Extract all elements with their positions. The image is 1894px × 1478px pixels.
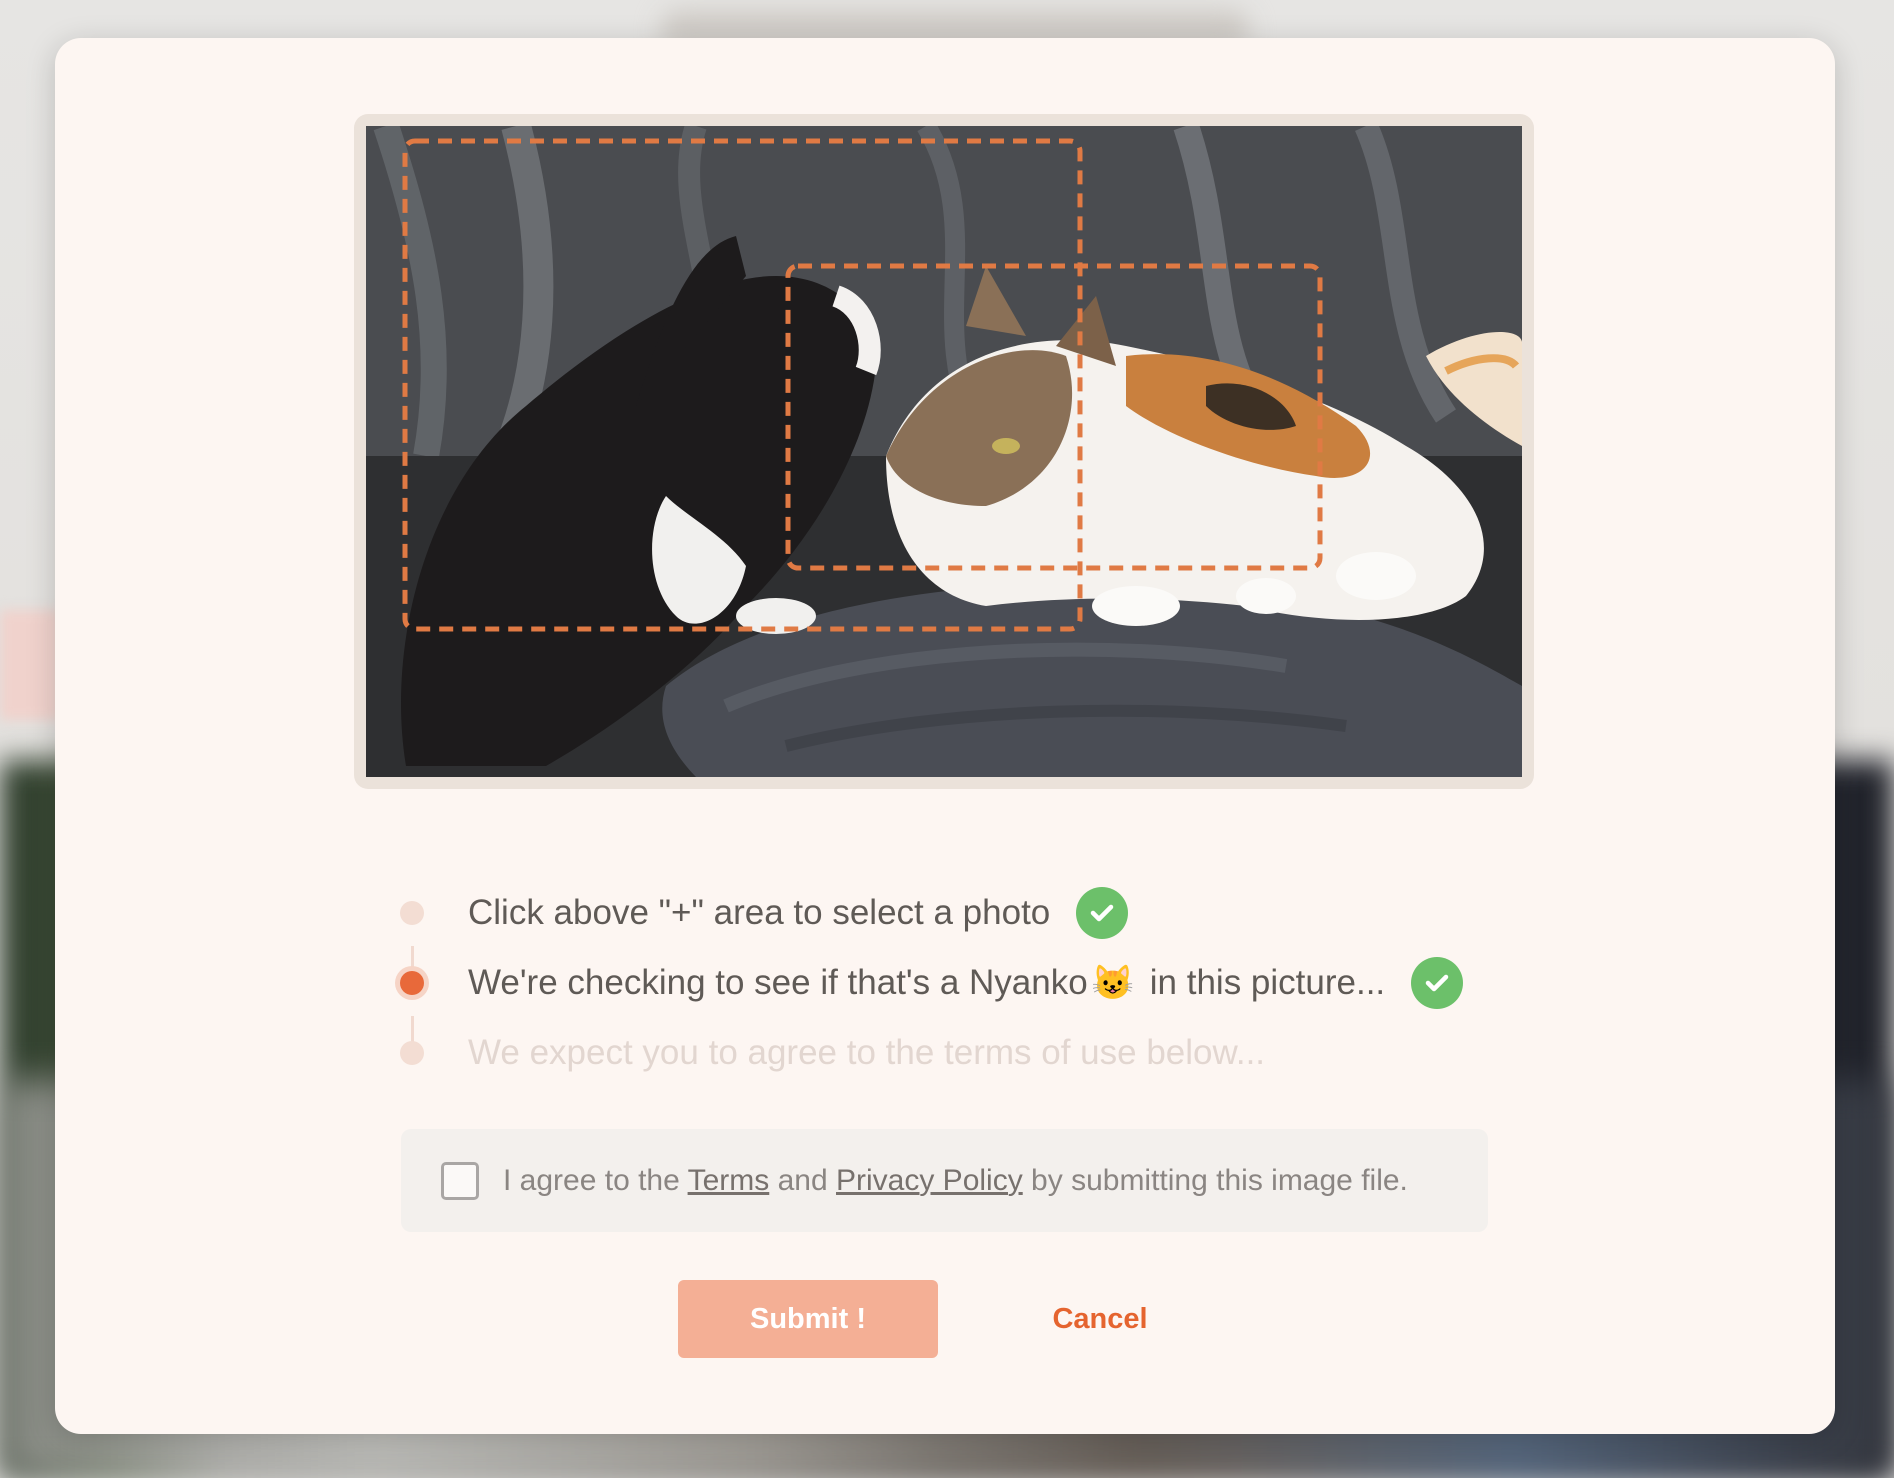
agreement-text: I agree to the Terms and Privacy Policy …: [503, 1164, 1408, 1198]
progress-steps: Click above "+" area to select a photo W…: [400, 868, 1550, 1098]
submit-button[interactable]: Submit !: [678, 1280, 938, 1358]
agreement-prefix: I agree to the: [503, 1163, 688, 1197]
agreement-middle: and: [769, 1163, 836, 1197]
agreement-suffix: by submitting this image file.: [1022, 1163, 1408, 1197]
privacy-policy-link[interactable]: Privacy Policy: [836, 1164, 1023, 1197]
check-icon: [1411, 957, 1464, 1009]
step-label: We expect you to agree to the terms of u…: [468, 1033, 1266, 1072]
step-label-before: We're checking to see if that's a Nyanko: [468, 963, 1088, 1002]
step-label: We're checking to see if that's a Nyanko…: [468, 963, 1385, 1003]
cancel-button[interactable]: Cancel: [1015, 1280, 1185, 1358]
cat-emoji: 😺: [1091, 964, 1135, 1002]
step-checking-nyanko: We're checking to see if that's a Nyanko…: [400, 957, 1464, 1009]
agree-checkbox[interactable]: [441, 1161, 479, 1200]
step-dot-active: [400, 971, 424, 995]
step-dot: [400, 1041, 424, 1065]
step-label: Click above "+" area to select a photo: [468, 893, 1051, 932]
photo-illustration: [366, 126, 1522, 777]
step-agree-terms: We expect you to agree to the terms of u…: [400, 1028, 1265, 1078]
terms-link[interactable]: Terms: [688, 1164, 770, 1197]
terms-agreement: I agree to the Terms and Privacy Policy …: [401, 1129, 1488, 1232]
step-dot: [400, 901, 424, 925]
step-select-photo: Click above "+" area to select a photo: [400, 887, 1129, 939]
uploaded-photo: [366, 126, 1522, 777]
step-label-after: in this picture...: [1140, 963, 1386, 1002]
photo-drop-area[interactable]: [354, 114, 1534, 789]
check-icon: [1076, 887, 1129, 939]
upload-modal: Click above "+" area to select a photo W…: [55, 38, 1835, 1434]
